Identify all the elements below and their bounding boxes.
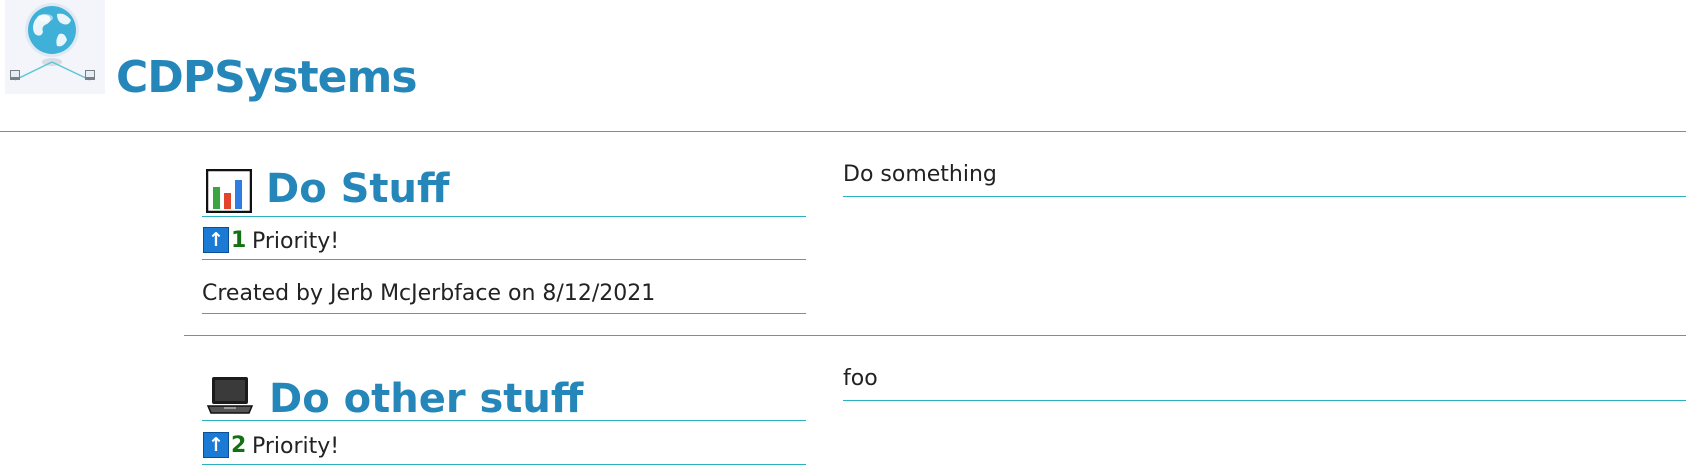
- task-item: Do Stuff ↑ 1 Priority! Created by Jerb M…: [184, 132, 1686, 336]
- priority-value: 2: [231, 433, 247, 458]
- created-info: Created by Jerb McJerbface on 8/12/2021: [202, 281, 656, 306]
- priority-value: 1: [231, 228, 247, 253]
- task-description-row: foo: [843, 366, 1686, 401]
- up-arrow-icon: ↑: [203, 227, 229, 253]
- bar-chart-icon: [205, 168, 253, 214]
- task-description: Do something: [843, 162, 997, 187]
- task-title-link[interactable]: Do Stuff: [266, 166, 449, 212]
- task-description: foo: [843, 366, 878, 391]
- task-item: Do other stuff ↑ 2 Priority! foo: [184, 336, 1686, 476]
- task-title-row: Do Stuff: [202, 166, 806, 217]
- priority-label: Priority!: [252, 434, 340, 459]
- globe-network-icon: [5, 0, 105, 94]
- up-arrow-icon: ↑: [203, 432, 229, 458]
- task-title-link[interactable]: Do other stuff: [269, 376, 583, 422]
- priority-row: ↑ 2 Priority!: [202, 426, 806, 465]
- task-description-row: Do something: [843, 162, 1686, 197]
- priority-label: Priority!: [252, 229, 340, 254]
- priority-row: ↑ 1 Priority!: [202, 221, 806, 260]
- app-title: CDPSystems: [116, 52, 418, 103]
- task-title-row: Do other stuff: [202, 370, 806, 422]
- created-row: Created by Jerb McJerbface on 8/12/2021: [202, 275, 806, 314]
- app-header: CDPSystems: [0, 0, 1686, 132]
- laptop-icon: [206, 373, 254, 417]
